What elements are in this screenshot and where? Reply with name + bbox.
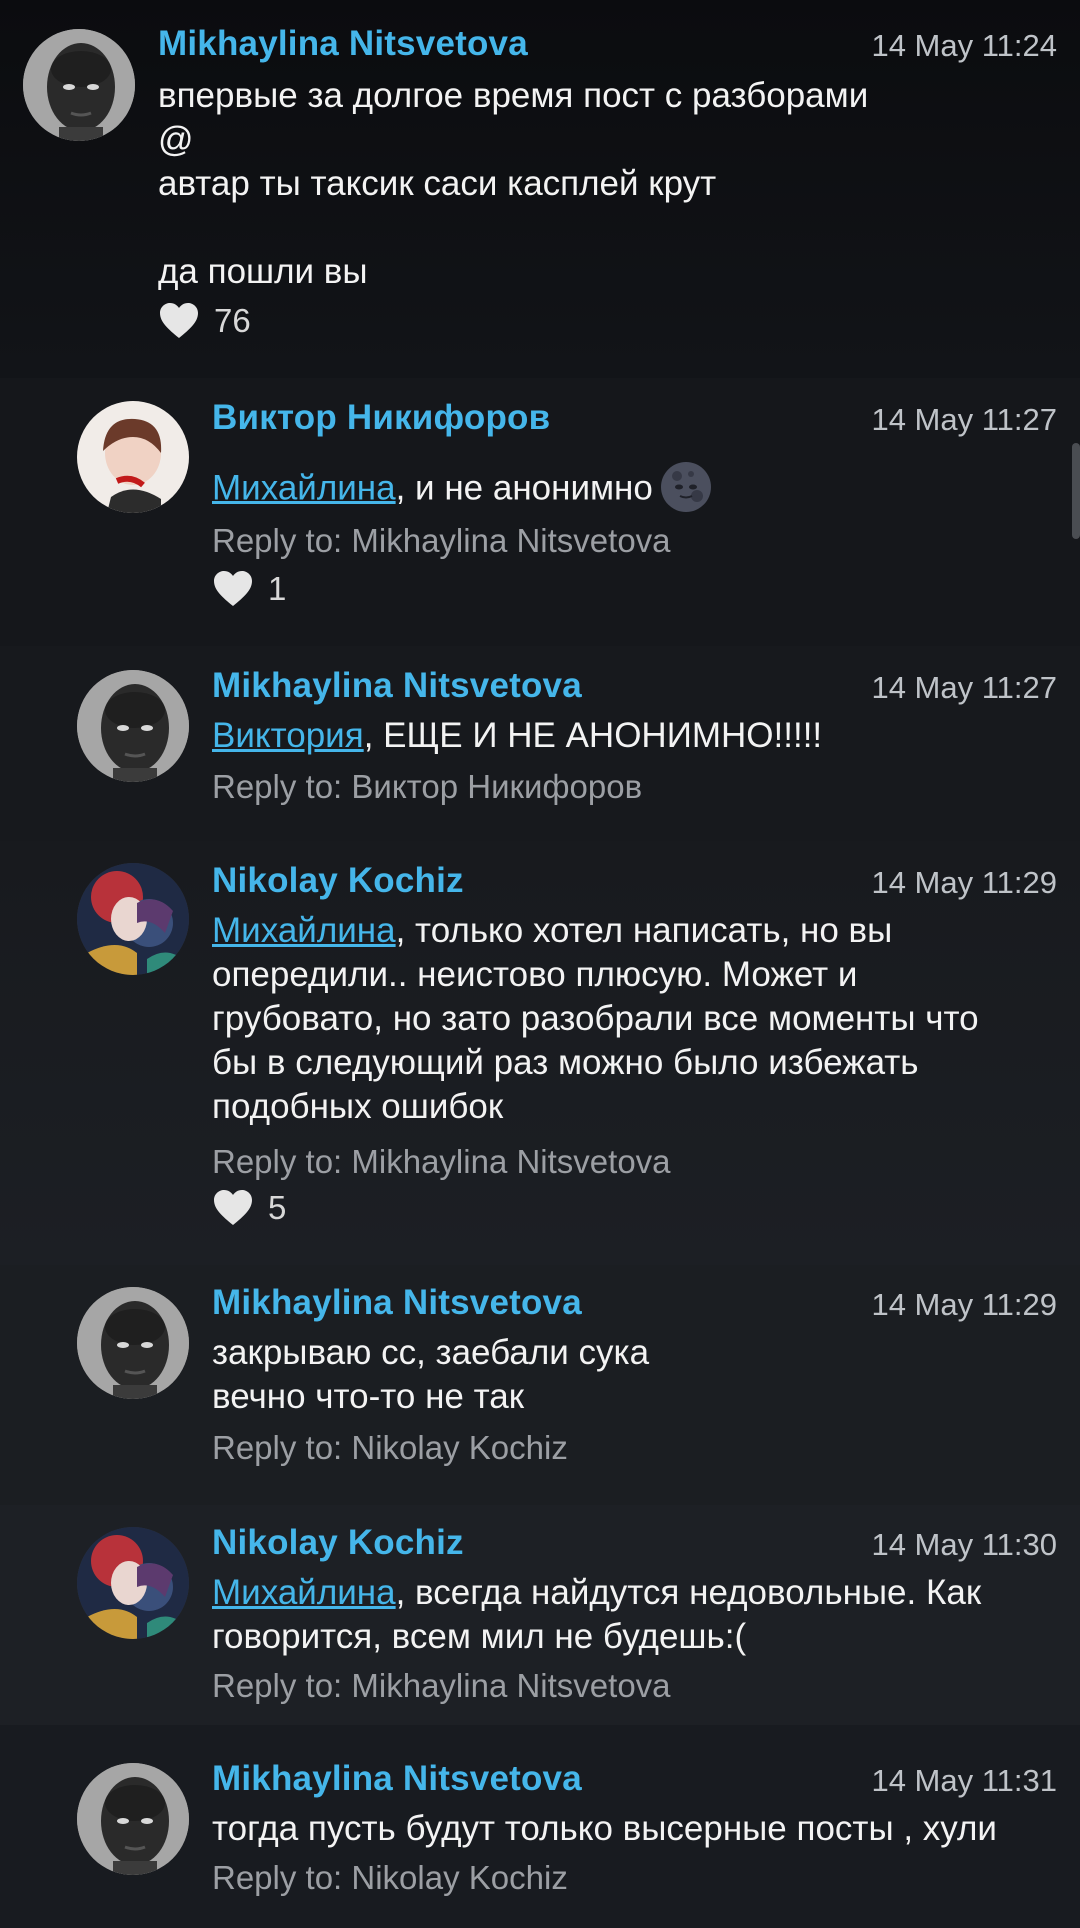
avatar[interactable] (77, 670, 189, 782)
mention-link[interactable]: Михайлина (212, 468, 396, 507)
like-button[interactable]: 76 (158, 302, 251, 340)
avatar-mikhaylina-image (77, 1287, 189, 1399)
comment-author[interactable]: Mikhaylina Nitsvetova (158, 24, 528, 64)
heart-icon (212, 570, 254, 608)
avatar-nikolay-image (77, 863, 189, 975)
avatar[interactable] (77, 1527, 189, 1639)
like-button[interactable]: 1 (212, 570, 286, 608)
avatar[interactable] (23, 29, 135, 141)
new-moon-face-emoji-icon (659, 460, 713, 514)
mention-link[interactable]: Виктория (212, 716, 364, 755)
avatar-viktor-image (77, 401, 189, 513)
avatar[interactable] (77, 1287, 189, 1399)
comment-author[interactable]: Виктор Никифоров (212, 398, 550, 438)
comment-text: впервые за долгое время пост с разборами… (158, 76, 869, 291)
comment-body: , ЕЩЕ И НЕ АНОНИМНО!!!!! (363, 716, 823, 755)
comment-4: Nikolay Kochiz 14 May 11:29 Михайлина, т… (0, 841, 1080, 1265)
heart-icon (212, 1189, 254, 1227)
comment-text: Михайлина, только хотел написать, но вы … (212, 909, 1080, 1129)
comment-timestamp: 14 May 11:27 (871, 402, 1057, 437)
comment-text: тогда пусть будут только высерные посты … (212, 1809, 997, 1848)
avatar-mikhaylina-image (77, 1763, 189, 1875)
comment-timestamp: 14 May 11:29 (871, 865, 1057, 900)
like-count: 5 (268, 1189, 287, 1226)
reply-to-label[interactable]: Reply to: Виктор Никифоров (212, 768, 642, 806)
avatar-mikhaylina-image (77, 670, 189, 782)
like-count: 76 (214, 302, 251, 339)
comment-1: Mikhaylina Nitsvetova 14 May 11:24 вперв… (0, 0, 1080, 378)
comment-7: Mikhaylina Nitsvetova 14 May 11:31 тогда… (0, 1725, 1080, 1928)
comment-timestamp: 14 May 11:27 (871, 670, 1057, 705)
comment-author[interactable]: Nikolay Kochiz (212, 861, 464, 901)
comment-text: Михайлина, всегда найдутся недовольные. … (212, 1571, 1080, 1659)
avatar[interactable] (77, 401, 189, 513)
comment-body: , и не анонимно (395, 468, 653, 508)
comment-3: Mikhaylina Nitsvetova 14 May 11:27 Викто… (0, 646, 1080, 841)
mention-link[interactable]: Михайлина (212, 1573, 396, 1612)
comment-timestamp: 14 May 11:31 (871, 1763, 1057, 1798)
avatar-nikolay-image (77, 1527, 189, 1639)
reply-to-label[interactable]: Reply to: Nikolay Kochiz (212, 1859, 568, 1897)
comment-timestamp: 14 May 11:30 (871, 1527, 1057, 1562)
comment-text: Виктория, ЕЩЕ И НЕ АНОНИМНО!!!!! (212, 714, 1080, 758)
like-count: 1 (268, 570, 287, 607)
scrollbar[interactable] (1072, 443, 1080, 539)
comment-author[interactable]: Mikhaylina Nitsvetova (212, 666, 582, 706)
comment-timestamp: 14 May 11:29 (871, 1287, 1057, 1322)
comment-author[interactable]: Mikhaylina Nitsvetova (212, 1759, 582, 1799)
like-button[interactable]: 5 (212, 1189, 286, 1227)
comment-timestamp: 14 May 11:24 (871, 28, 1057, 63)
comment-2: Виктор Никифоров 14 May 11:27 Михайлина,… (0, 378, 1080, 646)
avatar[interactable] (77, 1763, 189, 1875)
heart-icon (158, 302, 200, 340)
comment-6: Nikolay Kochiz 14 May 11:30 Михайлина, в… (0, 1505, 1080, 1725)
reply-to-label[interactable]: Reply to: Nikolay Kochiz (212, 1429, 568, 1467)
comment-text: закрываю сс, заебали сука вечно что-то н… (212, 1333, 650, 1416)
reply-to-label[interactable]: Reply to: Mikhaylina Nitsvetova (212, 1143, 671, 1181)
comment-author[interactable]: Mikhaylina Nitsvetova (212, 1283, 582, 1323)
reply-to-label[interactable]: Reply to: Mikhaylina Nitsvetova (212, 1667, 671, 1705)
comment-text: Михайлина, и не анонимно (212, 466, 1080, 514)
avatar-mikhaylina-image (23, 29, 135, 141)
reply-to-label[interactable]: Reply to: Mikhaylina Nitsvetova (212, 522, 671, 560)
mention-link[interactable]: Михайлина (212, 911, 396, 950)
avatar[interactable] (77, 863, 189, 975)
comment-author[interactable]: Nikolay Kochiz (212, 1523, 464, 1563)
comment-5: Mikhaylina Nitsvetova 14 May 11:29 закры… (0, 1265, 1080, 1505)
